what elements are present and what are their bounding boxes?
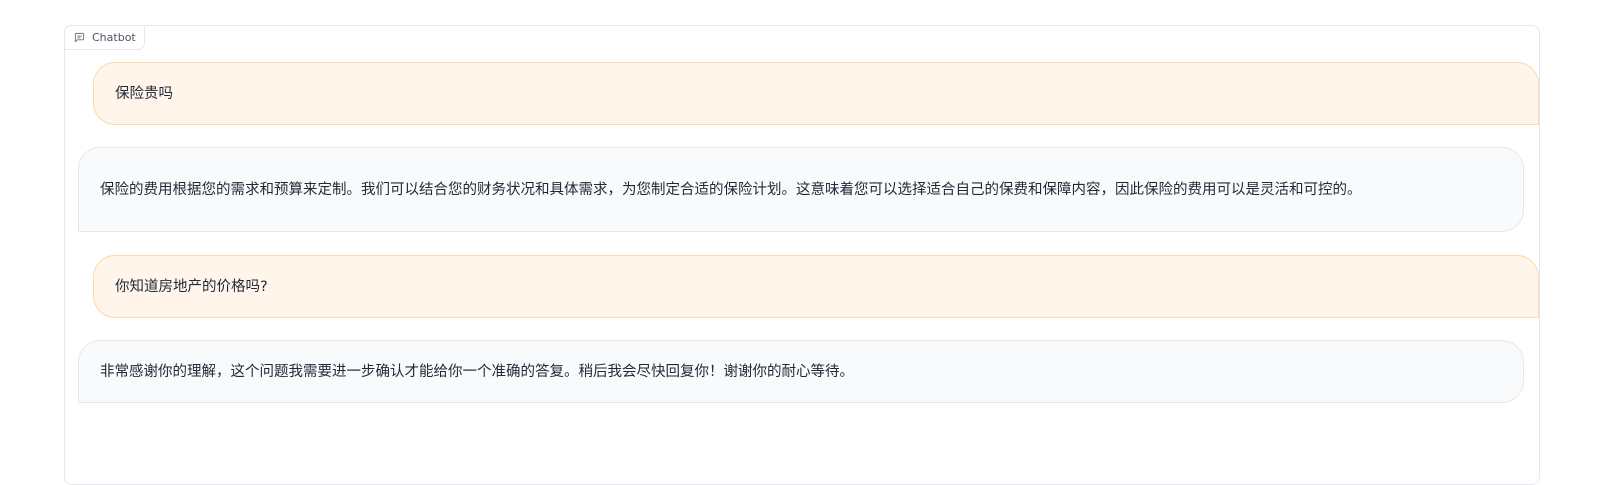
chatbot-label: Chatbot [64,25,145,50]
user-message: 你知道房地产的价格吗? [93,255,1539,318]
bot-message: 保险的费用根据您的需求和预算来定制。我们可以结合您的财务状况和具体需求，为您制定… [78,147,1524,232]
user-message: 保险贵吗 [93,62,1539,125]
user-message-text: 保险贵吗 [115,85,173,102]
chatbot-label-text: Chatbot [92,31,136,44]
chatbot-panel: Chatbot 保险贵吗 保险的费用根据您的需求和预算来定制。我们可以结合您的财… [64,25,1540,485]
chat-bubble-icon [74,32,85,43]
bot-message: 非常感谢你的理解，这个问题我需要进一步确认才能给你一个准确的答复。稍后我会尽快回… [78,340,1524,403]
bot-message-text: 非常感谢你的理解，这个问题我需要进一步确认才能给你一个准确的答复。稍后我会尽快回… [100,363,854,380]
bot-message-text: 保险的费用根据您的需求和预算来定制。我们可以结合您的财务状况和具体需求，为您制定… [100,181,1362,198]
user-message-text: 你知道房地产的价格吗? [115,278,268,295]
